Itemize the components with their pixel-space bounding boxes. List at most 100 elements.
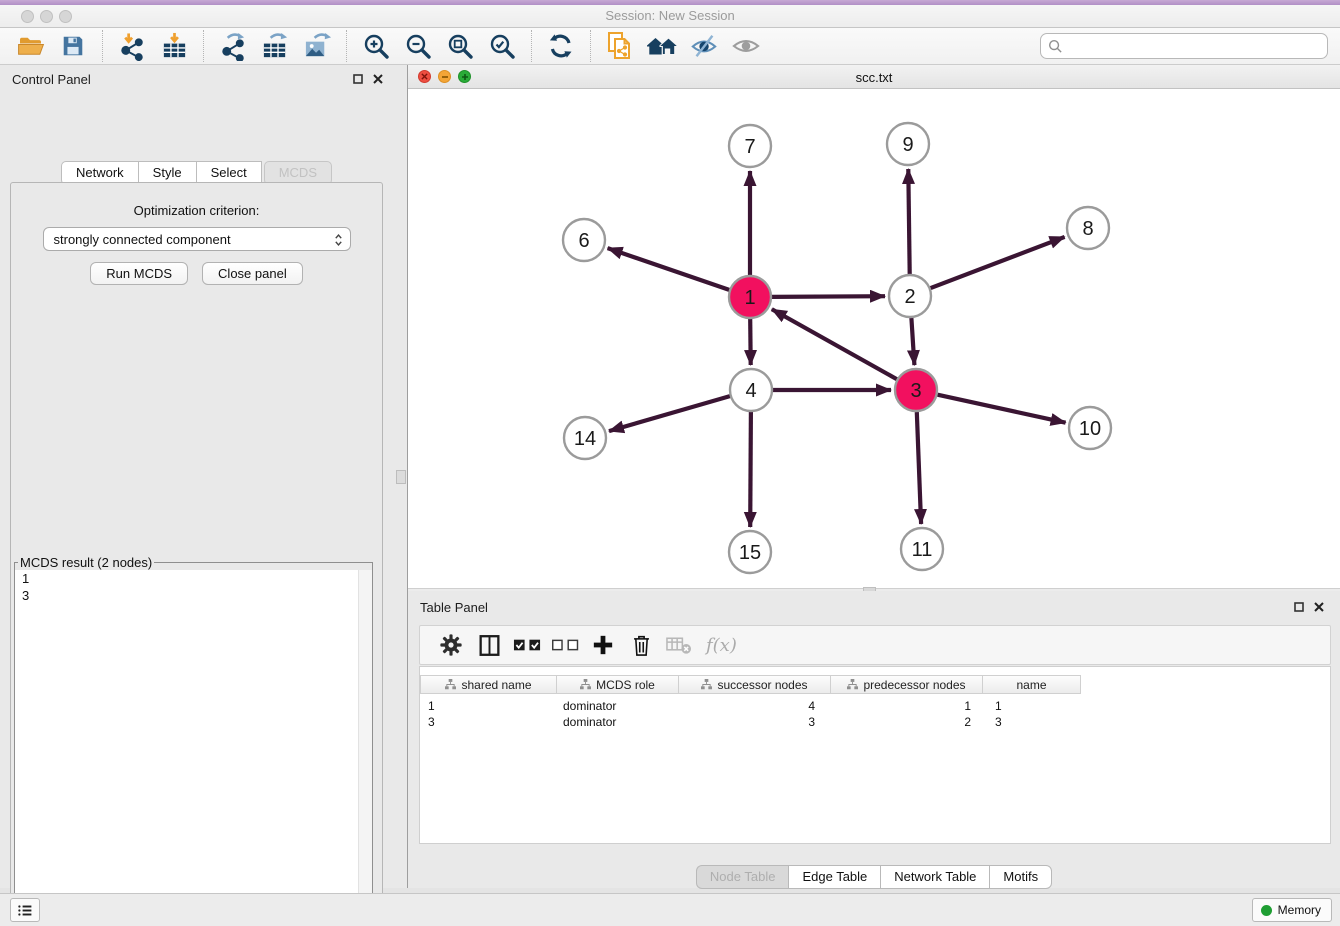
graph-node-7[interactable]: 7	[729, 125, 771, 167]
graph-edge-2-3[interactable]	[911, 318, 914, 365]
control-panel-header: Control Panel	[0, 65, 393, 93]
export-image-button[interactable]	[299, 30, 335, 62]
control-panel: Control Panel Network Style Select MCDS …	[0, 65, 393, 888]
table-panel-title: Table Panel	[420, 600, 488, 615]
table-panel-close-icon[interactable]	[1312, 600, 1326, 614]
tab-edge-table[interactable]: Edge Table	[788, 865, 880, 889]
open-session-button[interactable]	[13, 30, 49, 62]
result-scrollbar[interactable]	[358, 570, 372, 926]
svg-text:15: 15	[739, 542, 761, 564]
cell-name: 1	[983, 698, 1081, 714]
search-input[interactable]	[1040, 33, 1328, 59]
close-panel-button[interactable]: Close panel	[202, 262, 303, 285]
zoom-out-button[interactable]	[400, 30, 436, 62]
add-row-button[interactable]	[586, 629, 620, 661]
graph-node-15[interactable]: 15	[729, 531, 771, 573]
graph-node-14[interactable]: 14	[564, 417, 606, 459]
column-header-mcds-role[interactable]: MCDS role	[557, 675, 679, 694]
table-row[interactable]: 1 dominator 4 1 1	[420, 698, 1081, 714]
column-header-successor-nodes[interactable]: successor nodes	[679, 675, 831, 694]
close-panel-icon[interactable]	[371, 72, 385, 86]
toolbar-separator	[203, 30, 204, 62]
cell-shared-name: 1	[420, 698, 557, 714]
delete-table-button[interactable]	[662, 629, 696, 661]
memory-label: Memory	[1278, 903, 1321, 917]
zoom-selected-button[interactable]	[484, 30, 520, 62]
delete-table-icon	[666, 635, 692, 655]
table-panel: Table Panel	[408, 591, 1340, 888]
table-panel-float-icon[interactable]	[1292, 600, 1306, 614]
graph-edge-3-11[interactable]	[917, 412, 921, 524]
graph-node-6[interactable]: 6	[563, 219, 605, 261]
cell-predecessor-nodes: 2	[831, 714, 983, 730]
import-network-button[interactable]	[114, 30, 150, 62]
clone-network-button[interactable]	[602, 30, 638, 62]
table-row[interactable]: 3 dominator 3 2 3	[420, 714, 1081, 730]
refresh-icon	[547, 32, 575, 60]
tab-network-table[interactable]: Network Table	[880, 865, 989, 889]
panel-divider-vertical[interactable]	[393, 65, 408, 888]
graph-node-4[interactable]: 4	[730, 369, 772, 411]
tab-node-table[interactable]: Node Table	[696, 865, 789, 889]
titlebar-accent	[0, 0, 1340, 5]
zoom-fit-button[interactable]	[442, 30, 478, 62]
home-button[interactable]	[644, 30, 680, 62]
table-settings-button[interactable]	[434, 629, 468, 661]
open-folder-icon	[17, 32, 45, 60]
apply-layout-button[interactable]	[543, 30, 579, 62]
graph-node-2[interactable]: 2	[889, 275, 931, 317]
hide-graphics-details-button[interactable]	[686, 30, 722, 62]
cell-predecessor-nodes: 1	[831, 698, 983, 714]
tab-motifs[interactable]: Motifs	[989, 865, 1052, 889]
cell-mcds-role: dominator	[557, 698, 679, 714]
graph-edge-4-14[interactable]	[609, 396, 730, 431]
network-canvas-svg[interactable]: 7 9 6 8 1 2 4 3 14 10 15 11	[408, 89, 1340, 588]
selected-criterion: strongly connected component	[54, 232, 231, 247]
graph-edge-1-2[interactable]	[772, 296, 885, 297]
graph-node-10[interactable]: 10	[1069, 407, 1111, 449]
eye-icon	[732, 35, 760, 57]
import-network-icon	[118, 32, 147, 61]
graph-node-1[interactable]: 1	[729, 276, 771, 318]
graph-node-11[interactable]: 11	[901, 528, 943, 570]
column-header-name[interactable]: name	[983, 675, 1081, 694]
divider-handle[interactable]	[396, 470, 406, 484]
zoom-in-icon	[362, 32, 390, 60]
graph-edge-3-1[interactable]	[772, 309, 897, 379]
graph-node-8[interactable]: 8	[1067, 207, 1109, 249]
column-browser-button[interactable]	[472, 629, 506, 661]
network-canvas[interactable]: 7 9 6 8 1 2 4 3 14 10 15 11	[408, 89, 1340, 588]
save-session-button[interactable]	[55, 30, 91, 62]
export-table-button[interactable]	[257, 30, 293, 62]
graph-edge-4-15[interactable]	[750, 412, 751, 527]
mcds-result-area[interactable]: 1 3	[15, 570, 372, 926]
cell-name: 3	[983, 714, 1081, 730]
memory-button[interactable]: Memory	[1252, 898, 1332, 922]
deselect-all-button[interactable]	[548, 629, 582, 661]
zoom-in-button[interactable]	[358, 30, 394, 62]
graph-edge-3-10[interactable]	[938, 395, 1066, 423]
show-graphics-details-button[interactable]	[728, 30, 764, 62]
graph-edge-1-4[interactable]	[750, 319, 751, 365]
graph-edge-2-9[interactable]	[908, 169, 909, 274]
unchecked-boxes-icon	[551, 637, 580, 653]
export-network-button[interactable]	[215, 30, 251, 62]
optimization-criterion-select[interactable]: strongly connected component	[43, 227, 351, 251]
select-all-button[interactable]	[510, 629, 544, 661]
table-toolbar: f(x)	[419, 625, 1331, 665]
svg-text:7: 7	[744, 136, 755, 158]
column-header-shared-name[interactable]: shared name	[420, 675, 557, 694]
column-header-predecessor-nodes[interactable]: predecessor nodes	[831, 675, 983, 694]
function-builder-button[interactable]: f(x)	[700, 629, 737, 661]
run-mcds-button[interactable]: Run MCDS	[90, 262, 188, 285]
graph-node-9[interactable]: 9	[887, 123, 929, 165]
graph-edge-2-8[interactable]	[931, 237, 1065, 288]
graph-edge-1-6[interactable]	[608, 248, 730, 290]
import-table-button[interactable]	[156, 30, 192, 62]
node-table: shared name MCDS role successor nodes pr…	[419, 666, 1331, 844]
graph-node-3[interactable]: 3	[895, 369, 937, 411]
plus-icon	[592, 634, 614, 656]
float-panel-icon[interactable]	[351, 72, 365, 86]
delete-row-button[interactable]	[624, 629, 658, 661]
task-history-button[interactable]	[10, 898, 40, 922]
